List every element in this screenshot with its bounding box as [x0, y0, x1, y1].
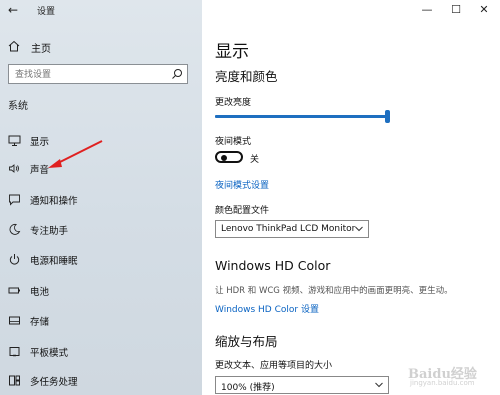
home-icon	[8, 40, 20, 52]
search-box[interactable]	[8, 64, 188, 84]
minimize-button[interactable]: —	[418, 2, 436, 18]
section-heading-brightness: 亮度和颜色	[215, 69, 278, 84]
multitask-icon	[9, 375, 20, 386]
baidu-watermark: Baidu经验 jingyan.baidu.com	[384, 359, 494, 389]
brightness-label: 更改亮度	[215, 98, 252, 108]
notification-icon	[9, 194, 20, 206]
sidebar: ← 设置 主页 系统 显示	[0, 0, 202, 395]
sidebar-item-label: 专注助手	[30, 226, 69, 237]
sidebar-item-storage[interactable]: 存储	[0, 311, 202, 331]
sidebar-item-power-sleep[interactable]: 电源和睡眠	[0, 250, 202, 270]
speaker-icon	[9, 164, 19, 173]
color-profile-dropdown[interactable]: Lenovo ThinkPad LCD Monitor	[215, 220, 369, 238]
chevron-down-icon	[355, 226, 363, 232]
home-nav-item[interactable]: 主页	[8, 39, 188, 55]
dropdown-value: Lenovo ThinkPad LCD Monitor	[221, 224, 356, 234]
page-title: 显示	[215, 42, 249, 62]
night-mode-state: 关	[250, 155, 260, 165]
night-mode-settings-link[interactable]: 夜间模式设置	[215, 178, 269, 191]
sidebar-item-label: 平板模式	[30, 348, 69, 359]
title-bar: ← 设置	[0, 0, 202, 22]
brightness-slider-track[interactable]	[215, 115, 387, 118]
sidebar-item-label: 通知和操作	[30, 196, 78, 207]
color-profile-label: 颜色配置文件	[215, 206, 270, 216]
sidebar-item-label: 电池	[30, 287, 50, 298]
toggle-knob	[221, 155, 227, 161]
monitor-icon	[8, 135, 21, 146]
red-annotation-arrow	[48, 140, 103, 168]
close-button[interactable]: ✕	[475, 2, 493, 18]
maximize-button[interactable]: ☐	[447, 2, 465, 18]
tablet-icon	[9, 347, 20, 357]
sidebar-item-focus-assist[interactable]: 专注助手	[0, 220, 202, 240]
back-arrow-icon[interactable]: ←	[8, 3, 22, 17]
sidebar-item-label: 存储	[30, 317, 50, 328]
sidebar-item-label: 多任务处理	[30, 377, 78, 388]
section-label-system: 系统	[8, 101, 28, 112]
scale-dropdown[interactable]: 100% (推荐)	[215, 376, 389, 394]
home-label: 主页	[31, 44, 51, 55]
app-title: 设置	[37, 7, 56, 17]
chevron-down-icon	[375, 382, 383, 388]
night-mode-label: 夜间模式	[215, 137, 252, 147]
storage-icon	[9, 316, 20, 325]
moon-icon	[9, 223, 21, 235]
search-icon[interactable]	[171, 68, 183, 80]
search-input[interactable]	[15, 68, 165, 81]
night-mode-toggle[interactable]	[215, 151, 243, 163]
dropdown-value: 100% (推荐)	[221, 383, 275, 393]
section-heading-scale: 缩放与布局	[215, 334, 278, 349]
sidebar-item-tablet-mode[interactable]: 平板模式	[0, 342, 202, 362]
settings-window: ← 设置 主页 系统 显示	[0, 0, 500, 395]
brightness-slider-thumb[interactable]	[385, 110, 390, 123]
power-icon	[9, 254, 20, 265]
sidebar-item-multitasking[interactable]: 多任务处理	[0, 371, 202, 391]
watermark-subtext: jingyan.baidu.com	[410, 379, 475, 387]
hd-color-description: 让 HDR 和 WCG 视频、游戏和应用中的画面更明亮、更生动。	[215, 286, 453, 296]
scale-label: 更改文本、应用等项目的大小	[215, 361, 333, 371]
battery-icon	[8, 287, 20, 294]
section-heading-hd-color: Windows HD Color	[215, 258, 331, 273]
sidebar-item-notifications[interactable]: 通知和操作	[0, 190, 202, 210]
main-content: — ☐ ✕ 显示 亮度和颜色 更改亮度 夜间模式 关 夜间模式设置 颜色配置文件…	[202, 0, 500, 395]
sidebar-item-battery[interactable]: 电池	[0, 281, 202, 301]
hd-color-settings-link[interactable]: Windows HD Color 设置	[215, 302, 319, 315]
sidebar-item-label: 电源和睡眠	[30, 256, 78, 267]
